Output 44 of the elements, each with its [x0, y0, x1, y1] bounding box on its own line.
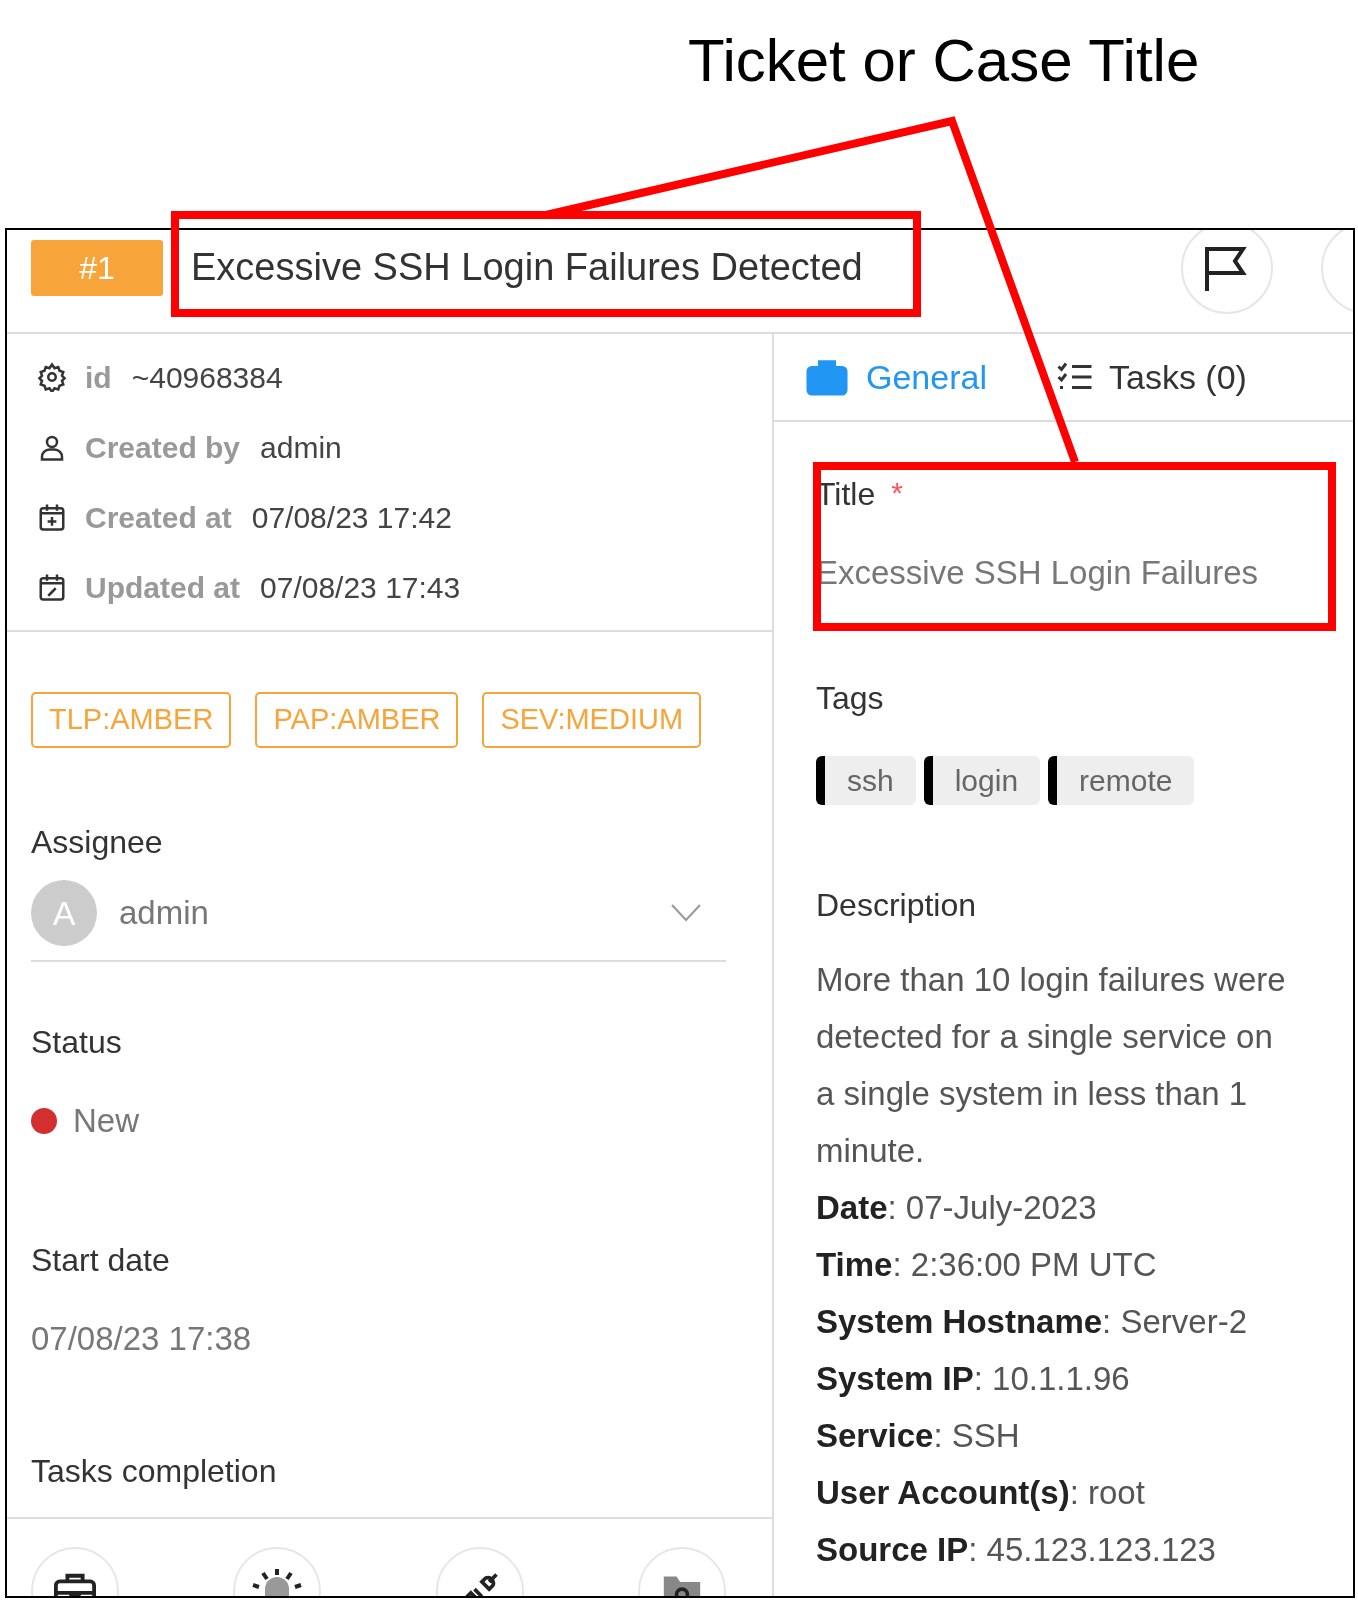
assignee-label: Assignee	[31, 823, 164, 862]
start-date-label: Start date	[31, 1240, 171, 1280]
description-field: Date: 07-July-2023	[816, 1178, 1323, 1236]
chevron-down-icon	[670, 903, 702, 923]
gear-icon	[37, 362, 67, 392]
classification-tag: PAP:AMBER	[255, 692, 459, 748]
tag-chip: remote	[1048, 755, 1195, 805]
field-label: Updated at	[85, 569, 240, 606]
calendar-pencil-icon	[37, 572, 67, 602]
status-label: Status	[31, 1023, 123, 1062]
field-value: ~40968384	[131, 359, 283, 396]
required-marker: *	[891, 475, 903, 511]
tag-chip: login	[923, 755, 1041, 805]
classification-tag: SEV:MEDIUM	[482, 692, 702, 748]
field-value: admin	[260, 429, 342, 466]
assignee-name: admin	[119, 893, 210, 934]
status-value: New	[73, 1101, 140, 1141]
case-number-badge: #1	[31, 240, 163, 296]
tags-label: Tags	[816, 678, 885, 718]
title-input[interactable]: Excessive SSH Login Failures	[816, 548, 1323, 598]
description-field: System Hostname: Server-2	[816, 1292, 1323, 1350]
description-field: Source IP: 45.123.123.123	[816, 1520, 1323, 1578]
callout-label: Ticket or Case Title	[688, 28, 1200, 94]
field-value: 07/08/23 17:43	[260, 569, 461, 606]
checklist-icon	[1056, 362, 1093, 392]
field-label: Created at	[85, 499, 232, 536]
tab[interactable]: General	[804, 351, 987, 403]
description-field: System IP: 10.1.1.96	[816, 1349, 1323, 1407]
description-field: User Account(s): root	[816, 1463, 1323, 1521]
title-label: Title	[816, 475, 876, 514]
tasks-completion-label: Tasks completion	[31, 1452, 278, 1491]
description-text: More than 10 login failures were detected for a single service on a single system in less than 1 minute.	[816, 959, 1287, 1171]
calendar-plus-icon	[37, 502, 67, 532]
tag-chip: ssh	[816, 755, 916, 805]
description-label: Description	[816, 885, 978, 925]
tab[interactable]: Tasks (0)	[1056, 351, 1247, 403]
description-field: Time: 2:36:00 PM UTC	[816, 1235, 1323, 1293]
description-field: Service: SSH	[816, 1406, 1323, 1464]
field-label: Created by	[85, 429, 241, 466]
start-date-value: 07/08/23 17:38	[31, 1318, 253, 1359]
case-title: Excessive SSH Login Failures Detected	[191, 245, 863, 291]
classification-tag: TLP:AMBER	[31, 692, 232, 748]
field-label: id	[85, 359, 112, 396]
field-value: 07/08/23 17:42	[251, 499, 452, 536]
